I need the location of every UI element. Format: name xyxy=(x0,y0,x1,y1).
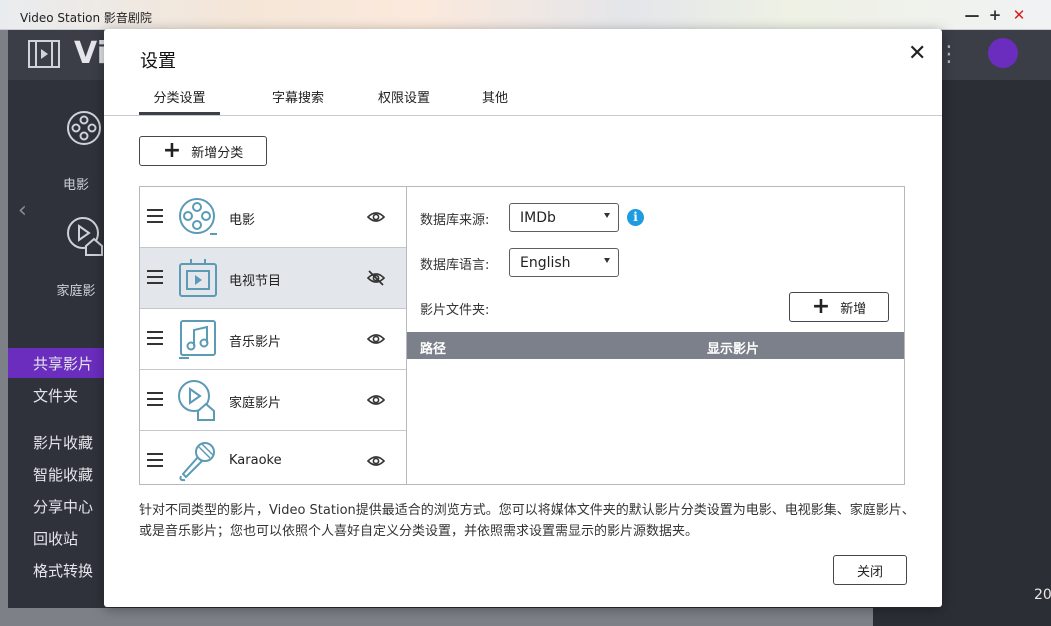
window-title: Video Station 影音剧院 xyxy=(20,11,152,25)
maximize-button[interactable]: + xyxy=(985,5,1005,25)
category-label: 家庭影片 xyxy=(229,396,282,411)
window-close-button[interactable]: ✕ xyxy=(1009,5,1029,25)
tab-subtitle-search[interactable]: 字幕搜索 xyxy=(263,87,333,115)
list-item[interactable]: 电影 xyxy=(140,187,406,248)
drag-handle-icon[interactable] xyxy=(147,270,163,288)
home-video-icon xyxy=(178,380,215,421)
category-label: 音乐影片 xyxy=(229,335,282,350)
category-label: 电视节目 xyxy=(229,274,282,289)
list-item[interactable]: 电视节目 xyxy=(140,248,406,309)
column-path: 路径 xyxy=(420,342,447,357)
avatar[interactable] xyxy=(988,38,1018,68)
sidebar-item-share-center[interactable]: 分享中心 xyxy=(33,496,93,517)
settings-dialog: 设置 ✕ 分类设置 字幕搜索 权限设置 其他 + 新增分类 电影 电视节目 音乐… xyxy=(104,29,942,607)
eye-icon[interactable] xyxy=(367,330,385,348)
corner-number: 20 xyxy=(1034,587,1051,603)
column-show-videos: 显示影片 xyxy=(707,342,760,357)
category-detail: 数据库来源: IMDb i 数据库语言: English 影片文件夹: + 新增… xyxy=(407,187,904,484)
category-label: 电影 xyxy=(229,213,256,228)
category-label: Karaoke xyxy=(229,453,282,468)
add-folder-label: 新增 xyxy=(840,301,867,317)
add-category-label: 新增分类 xyxy=(191,145,244,161)
dialog-title: 设置 xyxy=(140,51,176,72)
tv-show-icon xyxy=(179,259,217,297)
film-strip-icon xyxy=(28,40,60,68)
close-button-label: 关闭 xyxy=(856,564,883,580)
sidebar-item-folders[interactable]: 文件夹 xyxy=(33,385,78,406)
chevron-down-icon xyxy=(604,258,610,263)
db-language-label: 数据库语言: xyxy=(420,258,490,273)
sidebar-item-smart-collections[interactable]: 智能收藏 xyxy=(33,464,93,485)
sidebar-item-shared-videos[interactable]: 共享影片 xyxy=(33,353,93,374)
eye-icon[interactable] xyxy=(367,391,385,409)
list-item[interactable]: Karaoke xyxy=(140,431,406,484)
microphone-icon xyxy=(179,442,215,482)
app-footer-strip xyxy=(873,608,1051,626)
db-source-value: IMDb xyxy=(520,210,556,226)
folder-label: 影片文件夹: xyxy=(420,303,490,318)
plus-icon: + xyxy=(811,294,831,319)
db-language-select[interactable]: English xyxy=(509,248,619,277)
close-button[interactable]: 关闭 xyxy=(833,555,907,585)
eye-hidden-icon[interactable] xyxy=(367,269,385,287)
window-titlebar: Video Station 影音剧院 — + ✕ xyxy=(0,0,1051,30)
drag-handle-icon[interactable] xyxy=(147,331,163,349)
info-icon[interactable]: i xyxy=(627,209,644,226)
add-folder-button[interactable]: + 新增 xyxy=(789,292,889,322)
list-item[interactable]: 家庭影片 xyxy=(140,370,406,431)
db-source-label: 数据库来源: xyxy=(420,213,490,228)
tab-divider xyxy=(104,115,942,116)
film-reel-icon[interactable] xyxy=(66,110,102,146)
chevron-left-icon[interactable]: ‹ xyxy=(18,198,27,223)
description-text: 针对不同类型的影片，Video Station提供最适合的浏览方式。您可以将媒体… xyxy=(139,503,915,539)
list-item[interactable]: 音乐影片 xyxy=(140,309,406,370)
close-icon[interactable]: ✕ xyxy=(908,41,926,66)
chevron-down-icon xyxy=(604,213,610,218)
category-list: 电影 电视节目 音乐影片 家庭影片 Karaoke xyxy=(140,187,407,484)
db-language-value: English xyxy=(520,255,571,271)
tab-other[interactable]: 其他 xyxy=(475,87,515,115)
eye-icon[interactable] xyxy=(367,208,385,226)
eye-icon[interactable] xyxy=(367,452,385,470)
drag-handle-icon[interactable] xyxy=(147,392,163,410)
plus-icon: + xyxy=(162,138,182,163)
tab-permission-settings[interactable]: 权限设置 xyxy=(369,87,439,115)
tab-category-settings[interactable]: 分类设置 xyxy=(139,87,220,115)
sidebar-item-collections[interactable]: 影片收藏 xyxy=(33,432,93,453)
app-sidebar: 电影 ‹ 家庭影 共享影片 文件夹 影片收藏 智能收藏 分享中心 回收站 格式转… xyxy=(8,80,108,608)
add-category-button[interactable]: + 新增分类 xyxy=(139,136,267,166)
drag-handle-icon[interactable] xyxy=(147,453,163,471)
category-panel: 电影 电视节目 音乐影片 家庭影片 Karaoke 数据库来源: IMDb i … xyxy=(139,186,905,485)
home-video-icon[interactable] xyxy=(66,216,104,256)
db-source-select[interactable]: IMDb xyxy=(509,203,619,232)
drag-handle-icon[interactable] xyxy=(147,209,163,227)
music-video-icon xyxy=(179,320,216,359)
sidebar-item-recycle-bin[interactable]: 回收站 xyxy=(33,528,78,549)
minimize-button[interactable]: — xyxy=(962,5,982,25)
folder-table-header: 路径 显示影片 xyxy=(407,332,904,359)
sidebar-item-transcode[interactable]: 格式转换 xyxy=(33,560,93,581)
film-reel-icon xyxy=(179,198,217,235)
